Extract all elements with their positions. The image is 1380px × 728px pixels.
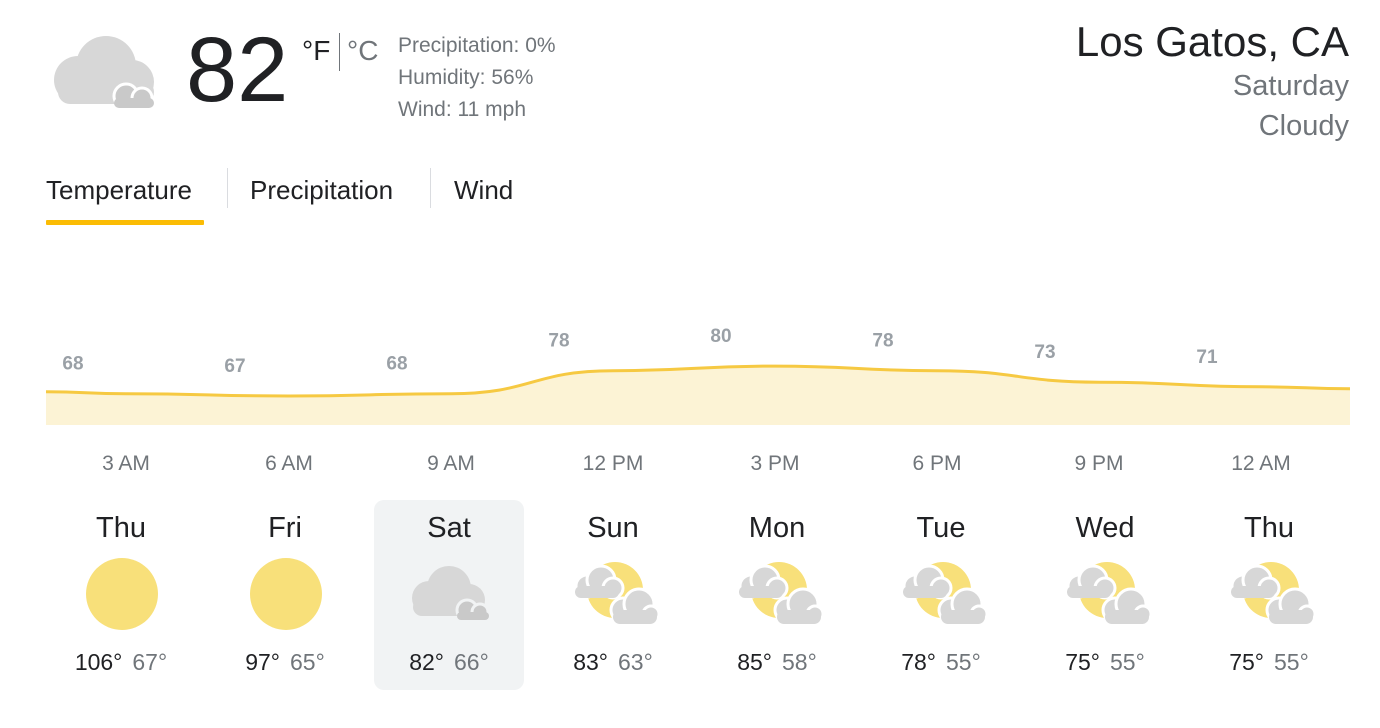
forecast-low: 66° xyxy=(454,649,489,675)
chart-data-label: 80 xyxy=(710,326,731,347)
chart-data-label: 78 xyxy=(548,331,569,352)
humidity-detail: Humidity: 56% xyxy=(398,66,534,89)
location-name: Los Gatos, CA xyxy=(1075,18,1349,65)
current-temperature: 82 xyxy=(186,19,289,121)
unit-fahrenheit-button[interactable]: °F xyxy=(302,34,330,68)
location-condition: Cloudy xyxy=(1258,110,1349,142)
forecast-day-sat[interactable]: Sat 82° 66° xyxy=(374,500,524,690)
partly-cloudy-icon xyxy=(1225,556,1317,632)
chart-data-label: 67 xyxy=(224,356,245,377)
tab-divider xyxy=(227,168,228,208)
chart-tick-label: 6 PM xyxy=(912,452,962,475)
forecast-temperatures: 85° 58° xyxy=(702,648,852,676)
chart-tick-label: 3 PM xyxy=(750,452,800,475)
forecast-day-name: Fri xyxy=(268,512,302,544)
forecast-high: 78° xyxy=(901,649,936,675)
forecast-day-name: Thu xyxy=(96,512,146,544)
forecast-temperatures: 78° 55° xyxy=(866,648,1016,676)
location-header: Los Gatos, CA Saturday Cloudy xyxy=(1076,18,1349,146)
forecast-day-name: Wed xyxy=(1075,512,1135,544)
weather-details: Precipitation: 0% Humidity: 56% Wind: 11… xyxy=(398,30,556,126)
forecast-temperatures: 106° 67° xyxy=(46,648,196,676)
cloudy-icon xyxy=(54,36,154,110)
chart-tick-label: 12 PM xyxy=(582,452,644,475)
chart-tick-label: 6 AM xyxy=(265,452,313,475)
tab-divider xyxy=(430,168,431,208)
chart-data-label: 78 xyxy=(872,331,893,352)
forecast-temperatures: 83° 63° xyxy=(538,648,688,676)
partly-cloudy-icon xyxy=(1061,556,1153,632)
unit-divider xyxy=(339,33,340,71)
forecast-temperatures: 75° 55° xyxy=(1194,648,1344,676)
forecast-day-name: Tue xyxy=(916,512,966,544)
forecast-day-name: Mon xyxy=(748,512,806,544)
unit-celsius-button[interactable]: °C xyxy=(347,34,378,68)
chart-tick-label: 9 PM xyxy=(1074,452,1124,475)
forecast-low: 67° xyxy=(132,649,168,675)
forecast-high: 75° xyxy=(1229,649,1264,675)
forecast-low: 65° xyxy=(290,649,325,675)
forecast-high: 82° xyxy=(409,649,444,675)
forecast-low: 55° xyxy=(946,649,981,675)
location-day: Saturday xyxy=(1232,70,1349,102)
tab-temperature[interactable]: Temperature xyxy=(46,170,192,210)
forecast-low: 58° xyxy=(782,649,817,675)
forecast-day-thu[interactable]: Thu 75° 55° xyxy=(1194,500,1344,690)
wind-detail: Wind: 11 mph xyxy=(398,98,526,121)
forecast-high: 106° xyxy=(74,649,123,675)
forecast-low: 63° xyxy=(618,649,653,675)
forecast-high: 97° xyxy=(245,649,280,675)
forecast-day-tue[interactable]: Tue 78° 55° xyxy=(866,500,1016,690)
forecast-day-name: Sat xyxy=(427,512,471,544)
active-tab-indicator xyxy=(46,220,204,225)
temperature-chart: 68 67 68 78 80 78 73 71 xyxy=(45,326,1351,425)
sunny-icon xyxy=(241,556,331,632)
forecast-high: 75° xyxy=(1065,649,1100,675)
tab-wind[interactable]: Wind xyxy=(454,170,513,210)
forecast-day-name: Sun xyxy=(587,512,639,544)
partly-cloudy-icon xyxy=(569,556,661,632)
chart-tick-label: 12 AM xyxy=(1231,452,1291,475)
forecast-low: 55° xyxy=(1110,649,1145,675)
forecast-day-fri[interactable]: Fri 97° 65° xyxy=(210,500,360,690)
precipitation-detail: Precipitation: 0% xyxy=(398,34,556,57)
forecast-day-name: Thu xyxy=(1244,512,1294,544)
partly-cloudy-icon xyxy=(733,556,825,632)
cloudy-icon xyxy=(405,556,495,632)
sunny-icon xyxy=(77,556,167,632)
forecast-day-sun[interactable]: Sun 83° 63° xyxy=(538,500,688,690)
forecast-high: 83° xyxy=(573,649,608,675)
chart-data-label: 68 xyxy=(386,354,407,375)
forecast-low: 55° xyxy=(1274,649,1309,675)
forecast-temperatures: 82° 66° xyxy=(374,648,524,676)
forecast-temperatures: 75° 55° xyxy=(1030,648,1180,676)
chart-tick-label: 9 AM xyxy=(427,452,475,475)
forecast-high: 85° xyxy=(737,649,772,675)
forecast-day-wed[interactable]: Wed 75° 55° xyxy=(1030,500,1180,690)
chart-data-label: 68 xyxy=(62,354,83,375)
chart-data-label: 71 xyxy=(1196,347,1218,368)
forecast-temperatures: 97° 65° xyxy=(210,648,360,676)
forecast-day-mon[interactable]: Mon 85° 58° xyxy=(702,500,852,690)
chart-tick-label: 3 AM xyxy=(102,452,150,475)
chart-data-label: 73 xyxy=(1034,342,1055,363)
partly-cloudy-icon xyxy=(897,556,989,632)
tab-precipitation[interactable]: Precipitation xyxy=(250,170,393,210)
forecast-day-thu[interactable]: Thu 106° 67° xyxy=(46,500,196,690)
